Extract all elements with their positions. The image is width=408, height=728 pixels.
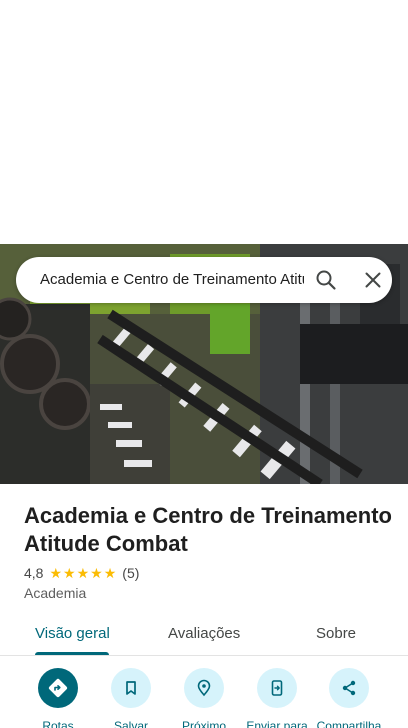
star-icon: ★	[90, 565, 103, 581]
share-icon	[329, 668, 369, 708]
search-bar[interactable]: Academia e Centro de Treinamento Atitude…	[16, 257, 392, 303]
star-icon: ★	[63, 565, 76, 581]
send-to-phone-icon	[257, 668, 297, 708]
star-icon: ★	[103, 565, 117, 581]
place-category: Academia	[24, 585, 87, 601]
share-label: Compartilha	[316, 719, 382, 728]
active-tab-indicator	[35, 652, 109, 655]
directions-icon	[38, 668, 78, 708]
map-area[interactable]	[0, 0, 408, 244]
share-button[interactable]: Compartilha	[304, 668, 394, 728]
rating-row[interactable]: 4,8 ★ ★ ★ ★ ★ (5)	[24, 564, 139, 582]
tab-overview[interactable]: Visão geral	[35, 625, 110, 642]
tab-reviews[interactable]: Avaliações	[168, 625, 240, 642]
save-label: Salvar	[113, 719, 148, 728]
star-icon: ★	[49, 565, 63, 581]
search-icon[interactable]	[314, 268, 338, 292]
place-tabs: Visão geral Avaliações Sobre	[0, 612, 408, 656]
star-icon: ★	[76, 565, 90, 581]
rating-value: 4,8	[24, 565, 44, 581]
nearby-label: Próximo	[181, 719, 226, 728]
bookmark-icon	[111, 668, 151, 708]
directions-label: Rotas	[42, 719, 74, 728]
reviews-count: (5)	[122, 565, 140, 581]
send-to-phone-label: Enviar para	[246, 719, 308, 728]
search-query-text[interactable]: Academia e Centro de Treinamento Atitude…	[40, 270, 304, 290]
action-bar: Rotas Salvar Próximo Enviar para Compart…	[0, 668, 408, 728]
place-title: Academia e Centro de Treinamento Atitude…	[24, 503, 392, 556]
nearby-icon	[184, 668, 224, 708]
close-icon[interactable]	[361, 268, 385, 292]
rating-stars: ★ ★ ★ ★ ★	[49, 566, 116, 580]
tab-about[interactable]: Sobre	[316, 625, 356, 642]
